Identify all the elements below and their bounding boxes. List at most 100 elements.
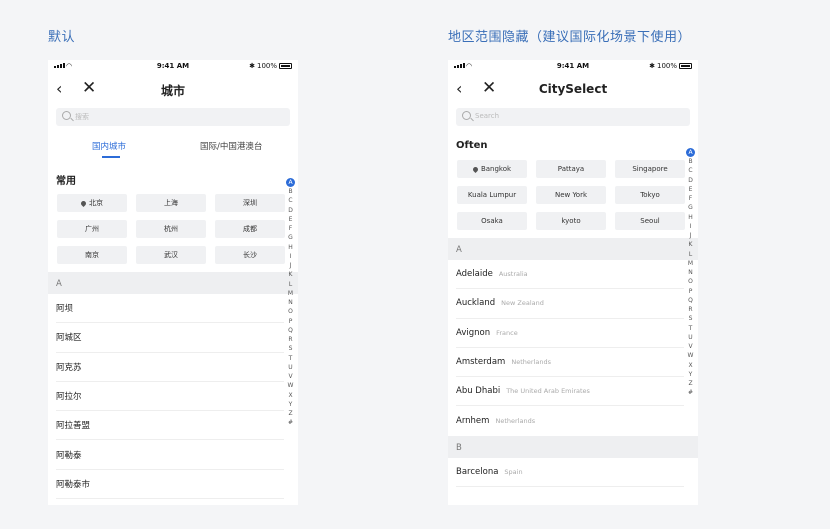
city-chip-label: Singapore bbox=[632, 165, 668, 173]
index-letter[interactable]: X bbox=[286, 391, 295, 400]
list-item[interactable]: 阿城区 bbox=[56, 323, 284, 353]
list-item[interactable]: Avignon France bbox=[456, 319, 684, 348]
index-letter[interactable]: O bbox=[686, 277, 695, 286]
index-letter[interactable]: H bbox=[286, 243, 295, 252]
city-chip[interactable]: 武汉 bbox=[136, 246, 206, 264]
list-item[interactable]: Amsterdam Netherlands bbox=[456, 348, 684, 378]
index-letter[interactable]: P bbox=[286, 317, 295, 326]
city-chip[interactable]: 长沙 bbox=[215, 246, 285, 264]
index-letter[interactable]: Y bbox=[286, 400, 295, 409]
city-chip[interactable]: Kuala Lumpur bbox=[457, 186, 527, 204]
index-letter[interactable]: N bbox=[686, 268, 695, 277]
list-item[interactable]: Adelaide Australia bbox=[456, 260, 684, 290]
tab-domestic[interactable]: 国内城市 bbox=[92, 140, 126, 152]
index-letter[interactable]: H bbox=[686, 213, 695, 222]
list-item[interactable]: 阿勒泰市 bbox=[56, 470, 284, 500]
city-chip[interactable]: New York bbox=[536, 186, 606, 204]
index-letter[interactable]: U bbox=[686, 333, 695, 342]
index-letter[interactable]: M bbox=[686, 259, 695, 268]
index-letter[interactable]: S bbox=[286, 344, 295, 353]
city-chip[interactable]: Bangkok bbox=[457, 160, 527, 178]
index-letter[interactable]: M bbox=[286, 289, 295, 298]
index-letter[interactable]: J bbox=[286, 261, 295, 270]
index-letter[interactable]: F bbox=[286, 224, 295, 233]
city-chip-label: New York bbox=[554, 191, 588, 199]
index-letter[interactable]: T bbox=[286, 354, 295, 363]
index-letter[interactable]: V bbox=[286, 372, 295, 381]
index-letter[interactable]: I bbox=[286, 252, 295, 261]
index-letter[interactable]: D bbox=[286, 206, 295, 215]
index-letter[interactable]: L bbox=[286, 280, 295, 289]
index-letter[interactable]: P bbox=[686, 287, 695, 296]
index-letter[interactable]: A bbox=[686, 148, 695, 157]
index-letter[interactable]: G bbox=[286, 233, 295, 242]
index-letter[interactable]: T bbox=[686, 324, 695, 333]
index-letter[interactable]: I bbox=[686, 222, 695, 231]
country-name: Spain bbox=[504, 467, 523, 476]
city-chip[interactable]: 广州 bbox=[57, 220, 127, 238]
index-letter[interactable]: L bbox=[686, 250, 695, 259]
index-letter[interactable]: U bbox=[286, 363, 295, 372]
index-letter[interactable]: B bbox=[686, 157, 695, 166]
alphabet-index[interactable]: A B C D E F G H I J K L M N O P Q R S T U V W X Y Z # bbox=[286, 178, 295, 428]
index-letter[interactable]: J bbox=[686, 231, 695, 240]
index-letter[interactable]: C bbox=[286, 196, 295, 205]
search-input[interactable]: 搜索 bbox=[56, 108, 290, 126]
index-letter[interactable]: B bbox=[286, 187, 295, 196]
index-letter[interactable]: A bbox=[286, 178, 295, 187]
city-chip[interactable]: Seoul bbox=[615, 212, 685, 230]
list-item[interactable]: Barcelona Spain bbox=[456, 458, 684, 488]
city-name: 阿拉尔 bbox=[56, 392, 82, 403]
index-letter[interactable]: R bbox=[686, 305, 695, 314]
index-letter[interactable]: Q bbox=[286, 326, 295, 335]
city-chip[interactable]: 南京 bbox=[57, 246, 127, 264]
list-item[interactable]: Auckland New Zealand bbox=[456, 289, 684, 319]
list-item[interactable]: 阿拉善盟 bbox=[56, 411, 284, 441]
index-letter[interactable]: D bbox=[686, 176, 695, 185]
list-item[interactable]: Abu Dhabi The United Arab Emirates bbox=[456, 377, 684, 407]
city-chip[interactable]: 成都 bbox=[215, 220, 285, 238]
search-input[interactable]: Search bbox=[456, 108, 690, 126]
city-chip[interactable]: 深圳 bbox=[215, 194, 285, 212]
index-letter[interactable]: V bbox=[686, 342, 695, 351]
list-item[interactable]: 阿勒泰 bbox=[56, 440, 284, 470]
index-letter[interactable]: # bbox=[686, 388, 695, 397]
index-letter[interactable]: K bbox=[286, 270, 295, 279]
index-letter[interactable]: X bbox=[686, 361, 695, 370]
alphabet-index[interactable]: A B C D E F G H I J K L M N O P Q R S T U V W X Y Z # bbox=[686, 148, 695, 398]
index-letter[interactable]: K bbox=[686, 240, 695, 249]
city-chip[interactable]: 北京 bbox=[57, 194, 127, 212]
index-letter[interactable]: O bbox=[286, 307, 295, 316]
index-letter[interactable]: G bbox=[686, 203, 695, 212]
city-chip[interactable]: 杭州 bbox=[136, 220, 206, 238]
list-item[interactable]: 阿坝 bbox=[56, 294, 284, 324]
index-letter[interactable]: C bbox=[686, 166, 695, 175]
list-item[interactable]: Arnhem Netherlands bbox=[456, 406, 684, 435]
index-letter[interactable]: W bbox=[686, 351, 695, 360]
city-chip-label: Kuala Lumpur bbox=[467, 191, 517, 199]
list-item[interactable]: 阿克苏 bbox=[56, 353, 284, 382]
index-letter[interactable]: S bbox=[686, 314, 695, 323]
index-letter[interactable]: E bbox=[686, 185, 695, 194]
index-letter[interactable]: R bbox=[286, 335, 295, 344]
index-letter[interactable]: Q bbox=[686, 296, 695, 305]
bluetooth-icon: ✱ bbox=[649, 62, 655, 70]
city-chip[interactable]: Pattaya bbox=[536, 160, 606, 178]
city-chip[interactable]: Singapore bbox=[615, 160, 685, 178]
tab-international[interactable]: 国际/中国港澳台 bbox=[200, 140, 262, 152]
list-item[interactable]: 阿拉尔 bbox=[56, 382, 284, 412]
index-letter[interactable]: E bbox=[286, 215, 295, 224]
index-letter[interactable]: N bbox=[286, 298, 295, 307]
index-letter[interactable]: F bbox=[686, 194, 695, 203]
index-letter[interactable]: Z bbox=[686, 379, 695, 388]
often-city-grid: Bangkok Pattaya Singapore Kuala Lumpur N… bbox=[457, 160, 698, 230]
city-chip[interactable]: kyoto bbox=[536, 212, 606, 230]
city-chip[interactable]: Osaka bbox=[457, 212, 527, 230]
index-letter[interactable]: Y bbox=[686, 370, 695, 379]
city-chip[interactable]: Tokyo bbox=[615, 186, 685, 204]
index-letter[interactable]: W bbox=[286, 381, 295, 390]
index-letter[interactable]: Z bbox=[286, 409, 295, 418]
index-letter[interactable]: # bbox=[286, 418, 295, 427]
battery-text: 100% bbox=[256, 62, 277, 70]
city-chip[interactable]: 上海 bbox=[136, 194, 206, 212]
